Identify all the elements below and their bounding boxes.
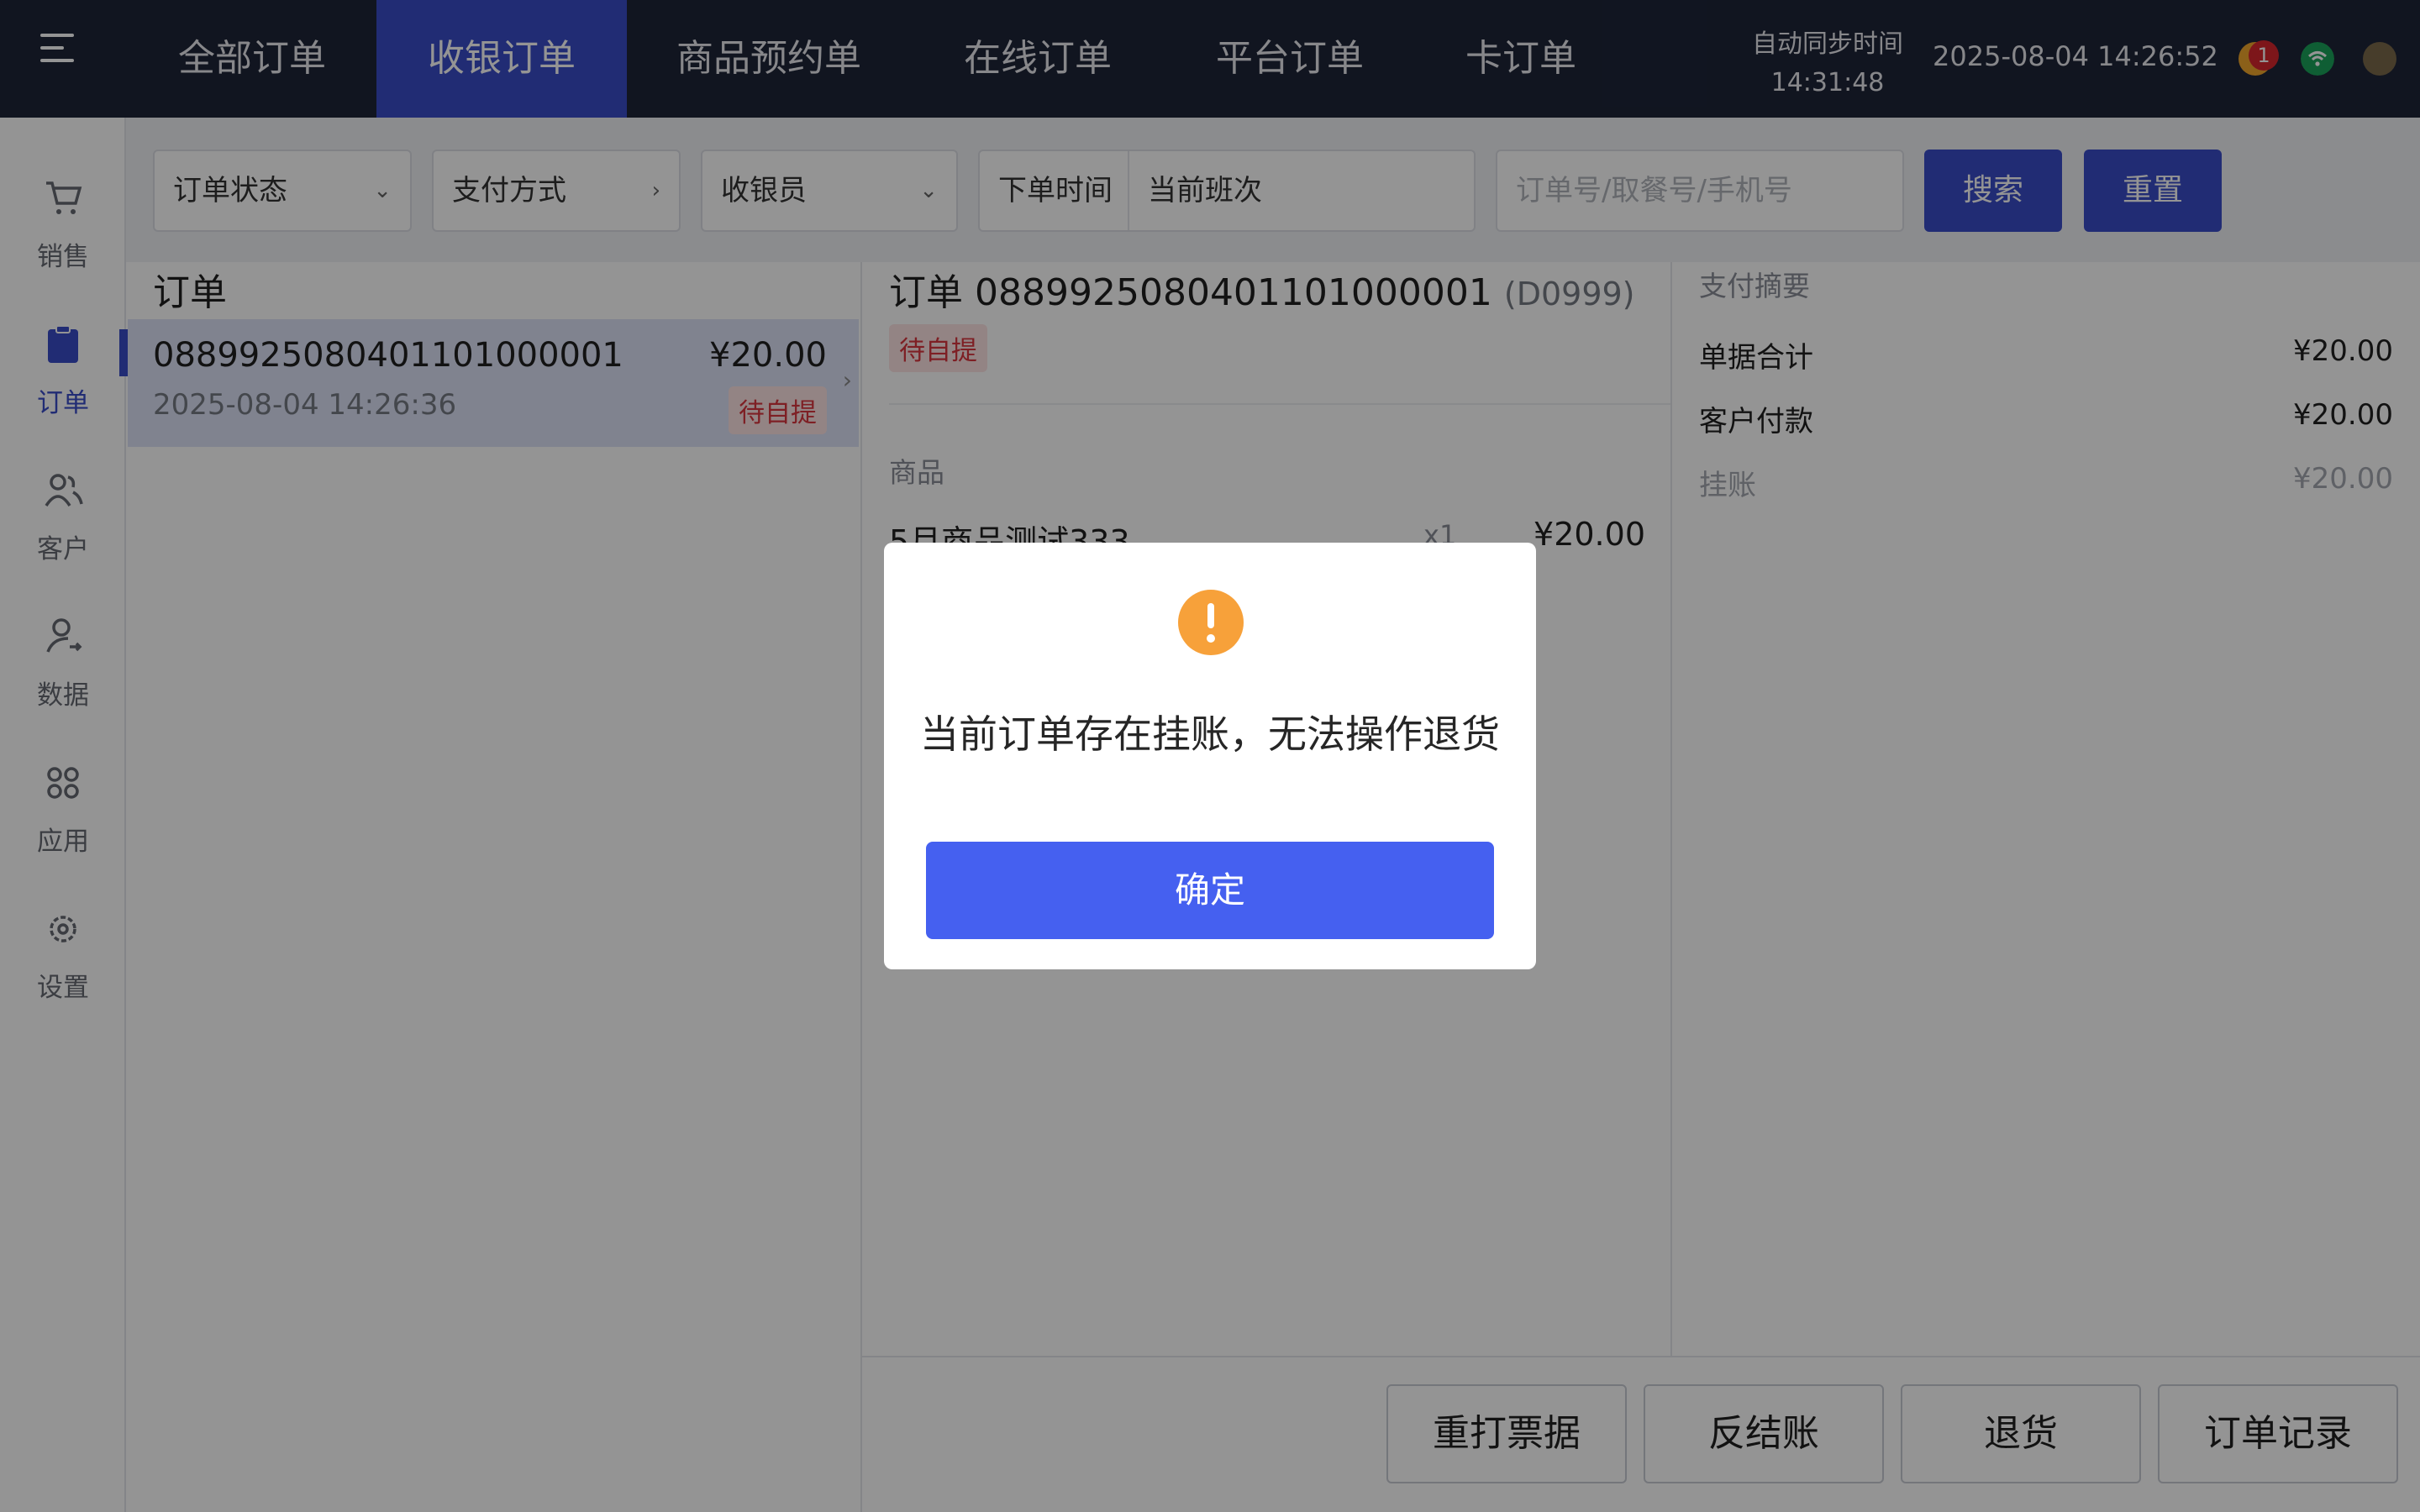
pos-app: 全部订单 收银订单 商品预约单 在线订单 平台订单 卡订单 自动同步时间 14:… (0, 0, 2420, 1512)
warning-icon (1178, 590, 1244, 655)
alert-dialog: 当前订单存在挂账，无法操作退货 确定 (884, 543, 1536, 969)
dialog-message: 当前订单存在挂账，无法操作退货 (920, 711, 1500, 757)
confirm-button[interactable]: 确定 (926, 842, 1494, 939)
